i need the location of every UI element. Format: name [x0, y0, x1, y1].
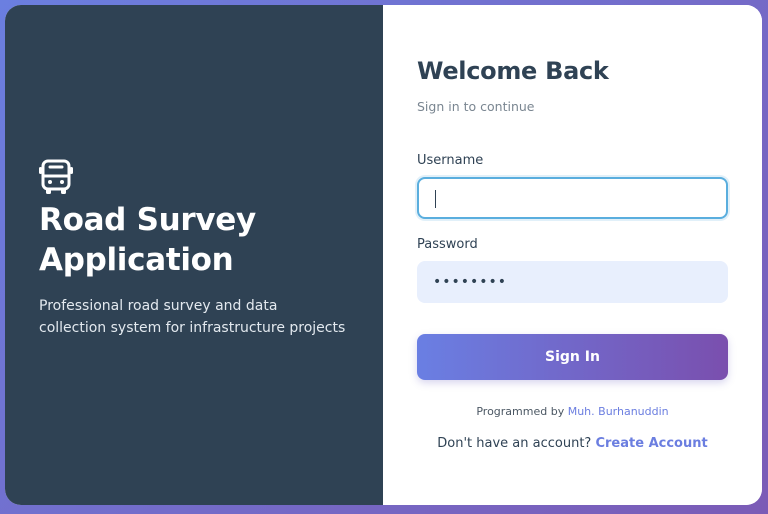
username-label: Username [417, 153, 484, 168]
signup-prefix: Don't have an account? [437, 436, 592, 451]
welcome-subtitle: Sign in to continue [417, 99, 535, 114]
bus-icon [39, 159, 73, 194]
username-input[interactable] [417, 177, 728, 219]
credit-line: Programmed by Muh. Burhanuddin [383, 405, 762, 418]
author-link[interactable]: Muh. Burhanuddin [568, 405, 669, 418]
password-label: Password [417, 237, 478, 252]
create-account-link[interactable]: Create Account [595, 436, 707, 451]
password-input[interactable]: •••••••• [417, 261, 728, 303]
text-cursor [435, 190, 436, 208]
app-description: Professional road survey and data collec… [39, 298, 346, 336]
signup-line: Don't have an account? Create Account [383, 436, 762, 451]
login-panel: Welcome Back Sign in to continue Usernam… [383, 5, 762, 505]
brand-panel: Road Survey Application Professional roa… [5, 5, 383, 505]
sign-in-button[interactable]: Sign In [417, 334, 728, 380]
login-card: Road Survey Application Professional roa… [5, 5, 762, 505]
credit-prefix: Programmed by [476, 405, 565, 418]
welcome-heading: Welcome Back [417, 57, 609, 85]
app-title: Road Survey Application [39, 202, 256, 278]
